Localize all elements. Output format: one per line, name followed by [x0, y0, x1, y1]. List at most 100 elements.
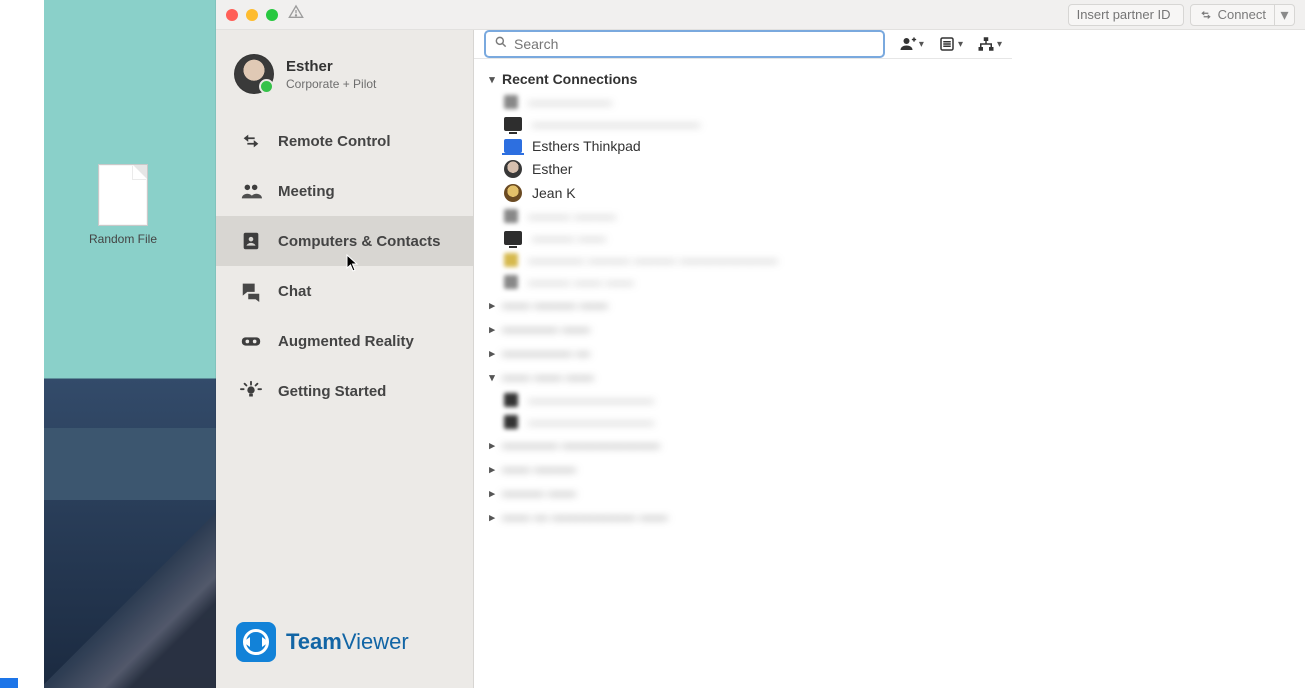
chevron-right-icon: ▸ [486, 299, 498, 312]
group-header[interactable]: ▸————— — [480, 341, 1006, 365]
blurred-icon [504, 275, 518, 289]
nav-label: Getting Started [278, 383, 386, 400]
monitor-icon [504, 117, 522, 131]
item-label: Esthers Thinkpad [532, 138, 641, 154]
list-item[interactable]: Esthers Thinkpad [480, 135, 1006, 157]
lightbulb-icon [240, 380, 262, 402]
chevron-down-icon: ▾ [919, 39, 924, 50]
titlebar-right: Connect ▾ [1012, 0, 1305, 30]
nav-label: Remote Control [278, 133, 391, 150]
group-header[interactable]: ▸———— —— [480, 317, 1006, 341]
chevron-down-icon: ▾ [486, 371, 498, 384]
warning-icon[interactable] [288, 4, 304, 25]
laptop-icon [504, 139, 522, 153]
add-contact-button[interactable]: ▾ [899, 35, 924, 53]
item-label: Esther [532, 161, 572, 177]
desktop-file[interactable]: Random File [86, 164, 160, 246]
titlebar [216, 0, 1012, 30]
toolbar: ▾ ▾ ▾ [474, 30, 1012, 59]
list-item[interactable]: Esther [480, 157, 1006, 181]
profile-block[interactable]: Esther Corporate + Pilot [216, 30, 473, 110]
list-item[interactable]: —————— [480, 91, 1006, 113]
group-header[interactable]: ▸ —— ——— —— [480, 293, 1006, 317]
blurred-label: ——— —— [502, 485, 576, 501]
group-header[interactable]: ▾—— —— —— [480, 365, 1006, 389]
people-icon [240, 180, 262, 202]
chevron-down-icon: ▾ [486, 73, 498, 86]
blurred-label: ———— —— [502, 321, 590, 337]
profile-name: Esther [286, 58, 376, 75]
group-header-recent[interactable]: ▾ Recent Connections [480, 67, 1006, 91]
file-icon [98, 164, 148, 226]
main-panel: ▾ ▾ ▾ ▾ Recent Connections —————— ——————… [474, 30, 1012, 688]
chat-icon [240, 280, 262, 302]
blurred-label: ———— ——————— [502, 437, 660, 453]
nav-label: Chat [278, 283, 311, 300]
profile-subtitle: Corporate + Pilot [286, 77, 376, 91]
sidebar-item-augmented-reality[interactable]: Augmented Reality [216, 316, 473, 366]
minimize-window-button[interactable] [246, 9, 258, 21]
blurred-label: ——— ——— [528, 208, 616, 224]
blurred-label: —— — —————— —— [502, 509, 668, 525]
blurred-label: ——— —— —— [528, 274, 634, 290]
group-label: Recent Connections [502, 71, 637, 87]
group-header[interactable]: ▸ ———— ——————— [480, 433, 1006, 457]
avatar [234, 54, 274, 94]
connect-label: Connect [1218, 7, 1266, 22]
brand: TeamViewer [216, 606, 473, 688]
avatar-icon [504, 160, 522, 178]
list-item[interactable]: ————————— [480, 389, 1006, 411]
sidebar-item-meeting[interactable]: Meeting [216, 166, 473, 216]
sidebar: Esther Corporate + Pilot Remote Control … [216, 30, 474, 688]
blurred-label: ————————— [528, 414, 654, 430]
monitor-icon [504, 231, 522, 245]
list-item[interactable]: ——— ——— [480, 205, 1006, 227]
blurred-label: ————————— [528, 392, 654, 408]
chevron-right-icon: ▸ [486, 463, 498, 476]
nav-label: Augmented Reality [278, 333, 414, 350]
nav-label: Meeting [278, 183, 335, 200]
close-window-button[interactable] [226, 9, 238, 21]
list-item[interactable]: ——— —— [480, 227, 1006, 249]
blurred-icon [504, 415, 518, 429]
network-button[interactable]: ▾ [977, 35, 1002, 53]
blurred-label: ——— —— [532, 230, 606, 246]
blurred-label: —— ——— —— [502, 297, 608, 313]
search-icon [494, 35, 508, 54]
group-header[interactable]: ▸ ——— —— [480, 481, 1006, 505]
left-strip [0, 0, 44, 688]
arrows-icon [240, 130, 262, 152]
zoom-window-button[interactable] [266, 9, 278, 21]
partner-id-input[interactable] [1068, 4, 1184, 26]
search-field[interactable] [484, 30, 885, 58]
connect-button[interactable]: Connect [1190, 4, 1275, 26]
blurred-icon [504, 209, 518, 223]
list-item[interactable]: ———— ——— ——— ——————— [480, 249, 1006, 271]
file-label: Random File [86, 232, 160, 246]
sidebar-item-remote-control[interactable]: Remote Control [216, 116, 473, 166]
list-item[interactable]: Jean K [480, 181, 1006, 205]
sidebar-item-getting-started[interactable]: Getting Started [216, 366, 473, 416]
address-book-icon [240, 230, 262, 252]
sidebar-item-chat[interactable]: Chat [216, 266, 473, 316]
blurred-label: ———— ——— ——— ——————— [528, 252, 778, 268]
group-header[interactable]: ▸ —— ——— [480, 457, 1006, 481]
window-body: Esther Corporate + Pilot Remote Control … [216, 30, 1012, 688]
chevron-down-icon: ▾ [997, 39, 1002, 50]
list-item[interactable]: ———————————— [480, 113, 1006, 135]
list-item[interactable]: ——— —— —— [480, 271, 1006, 293]
chevron-right-icon: ▸ [486, 487, 498, 500]
blurred-label: —— ——— [502, 461, 576, 477]
list-item[interactable]: ————————— [480, 411, 1006, 433]
connect-dropdown[interactable]: ▾ [1275, 4, 1295, 26]
view-options-button[interactable]: ▾ [938, 35, 963, 53]
group-header[interactable]: ▸—— — —————— —— [480, 505, 1006, 529]
avatar-icon [504, 184, 522, 202]
search-input[interactable] [514, 36, 875, 52]
chevron-right-icon: ▸ [486, 439, 498, 452]
contacts-list: ▾ Recent Connections —————— ————————————… [474, 59, 1012, 537]
vr-icon [240, 330, 262, 352]
sidebar-item-computers-contacts[interactable]: Computers & Contacts [216, 216, 473, 266]
chevron-down-icon: ▾ [1280, 5, 1288, 25]
blurred-icon [504, 253, 518, 267]
